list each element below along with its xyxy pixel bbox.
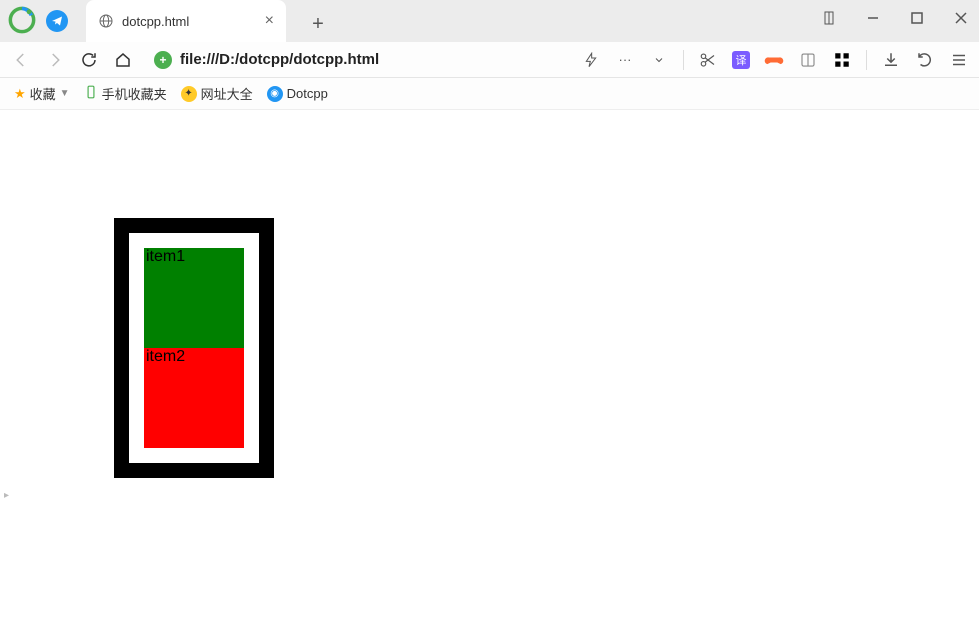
chevron-down-icon[interactable] — [649, 50, 669, 70]
bookmark-label: 网址大全 — [201, 84, 253, 103]
page-content: item1 item2 ▸ — [0, 110, 979, 618]
mobile-favorites-bookmark[interactable]: 手机收藏夹 — [80, 82, 171, 105]
undo-icon[interactable] — [915, 50, 935, 70]
tab-close-button[interactable]: × — [265, 12, 274, 30]
scissors-icon[interactable] — [698, 50, 718, 70]
forward-button[interactable] — [44, 49, 66, 71]
browser-tab[interactable]: dotcpp.html × — [86, 0, 286, 42]
globe-yellow-icon: ✦ — [181, 86, 197, 102]
wardrobe-icon[interactable] — [817, 6, 841, 30]
messenger-icon[interactable] — [46, 10, 68, 32]
globe-icon — [98, 13, 114, 29]
book-icon[interactable] — [798, 50, 818, 70]
dotcpp-bookmark[interactable]: ◉ Dotcpp — [263, 84, 332, 104]
toolbar: + file:///D:/dotcpp/dotcpp.html ··· 译 — [0, 42, 979, 78]
separator — [866, 50, 867, 70]
new-tab-button[interactable]: + — [304, 10, 332, 38]
maximize-button[interactable] — [905, 6, 929, 30]
more-button[interactable]: ··· — [615, 50, 635, 70]
gamepad-icon[interactable] — [764, 50, 784, 70]
flash-icon[interactable] — [581, 50, 601, 70]
home-button[interactable] — [112, 49, 134, 71]
sites-bookmark[interactable]: ✦ 网址大全 — [177, 82, 257, 105]
separator — [683, 50, 684, 70]
minimize-button[interactable] — [861, 6, 885, 30]
bookmark-label: 收藏 — [30, 84, 56, 103]
flex-item-1: item1 — [144, 248, 244, 348]
download-icon[interactable] — [881, 50, 901, 70]
bookmark-label: Dotcpp — [287, 86, 328, 101]
dotcpp-icon: ◉ — [267, 86, 283, 102]
favorites-bookmark[interactable]: ★ 收藏 ▼ — [10, 82, 74, 105]
browser-logo-icon[interactable] — [8, 6, 36, 37]
back-button[interactable] — [10, 49, 32, 71]
title-bar-left: dotcpp.html × + — [0, 0, 332, 42]
url-text: file:///D:/dotcpp/dotcpp.html — [180, 51, 379, 68]
window-controls — [817, 6, 973, 30]
close-button[interactable] — [949, 6, 973, 30]
secure-plus-icon: + — [154, 51, 172, 69]
flex-item-2: item2 — [144, 348, 244, 448]
bookmark-label: 手机收藏夹 — [102, 84, 167, 103]
bookmarks-bar: ★ 收藏 ▼ 手机收藏夹 ✦ 网址大全 ◉ Dotcpp — [0, 78, 979, 110]
star-icon: ★ — [14, 86, 26, 102]
reload-button[interactable] — [78, 49, 100, 71]
toolbar-right: ··· 译 — [581, 50, 969, 70]
title-bar: dotcpp.html × + — [0, 0, 979, 42]
apps-grid-icon[interactable] — [832, 50, 852, 70]
scroll-indicator-icon: ▸ — [4, 490, 9, 501]
chevron-down-icon: ▼ — [60, 88, 70, 99]
flex-container: item1 item2 — [114, 218, 274, 478]
menu-icon[interactable] — [949, 50, 969, 70]
tab-title: dotcpp.html — [122, 14, 257, 29]
translate-icon[interactable]: 译 — [732, 51, 750, 69]
address-bar[interactable]: + file:///D:/dotcpp/dotcpp.html — [146, 49, 569, 71]
mobile-icon — [84, 85, 98, 102]
